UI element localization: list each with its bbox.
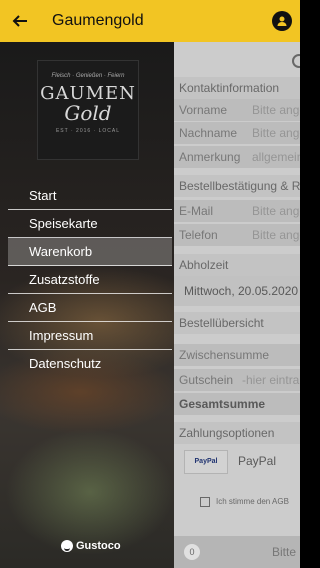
logo-subline: EST · 2016 · LOCAL <box>55 128 121 134</box>
account-button[interactable] <box>272 11 292 31</box>
restaurant-logo: Fleisch · Genießen · Feiern GAUMEN Gold … <box>37 60 139 160</box>
menu-item-start[interactable]: Start <box>8 182 172 210</box>
gustoco-logo-icon <box>61 540 73 552</box>
menu-item-speisekarte[interactable]: Speisekarte <box>8 210 172 238</box>
arrow-left-icon <box>12 15 27 27</box>
drawer-scrim[interactable] <box>174 42 300 568</box>
navigation-drawer: Fleisch · Genießen · Feiern GAUMEN Gold … <box>0 42 174 568</box>
menu-item-agb[interactable]: AGB <box>8 294 172 322</box>
menu-item-warenkorb[interactable]: Warenkorb <box>8 238 172 266</box>
back-button[interactable] <box>0 0 40 42</box>
menu-item-zusatzstoffe[interactable]: Zusatzstoffe <box>8 266 172 294</box>
logo-script: Gold <box>64 101 112 125</box>
drawer-menu: Start Speisekarte Warenkorb Zusatzstoffe… <box>8 182 172 378</box>
app-title: Gaumengold <box>52 12 144 29</box>
account-circle-icon <box>277 16 287 26</box>
logo-tagline: Fleisch · Genießen · Feiern <box>51 73 125 79</box>
menu-item-impressum[interactable]: Impressum <box>8 322 172 350</box>
menu-item-datenschutz[interactable]: Datenschutz <box>8 350 172 378</box>
gustoco-label: Gustoco <box>76 540 121 552</box>
app-bar: Gaumengold <box>0 0 300 42</box>
powered-by-gustoco[interactable]: Gustoco <box>61 540 121 552</box>
